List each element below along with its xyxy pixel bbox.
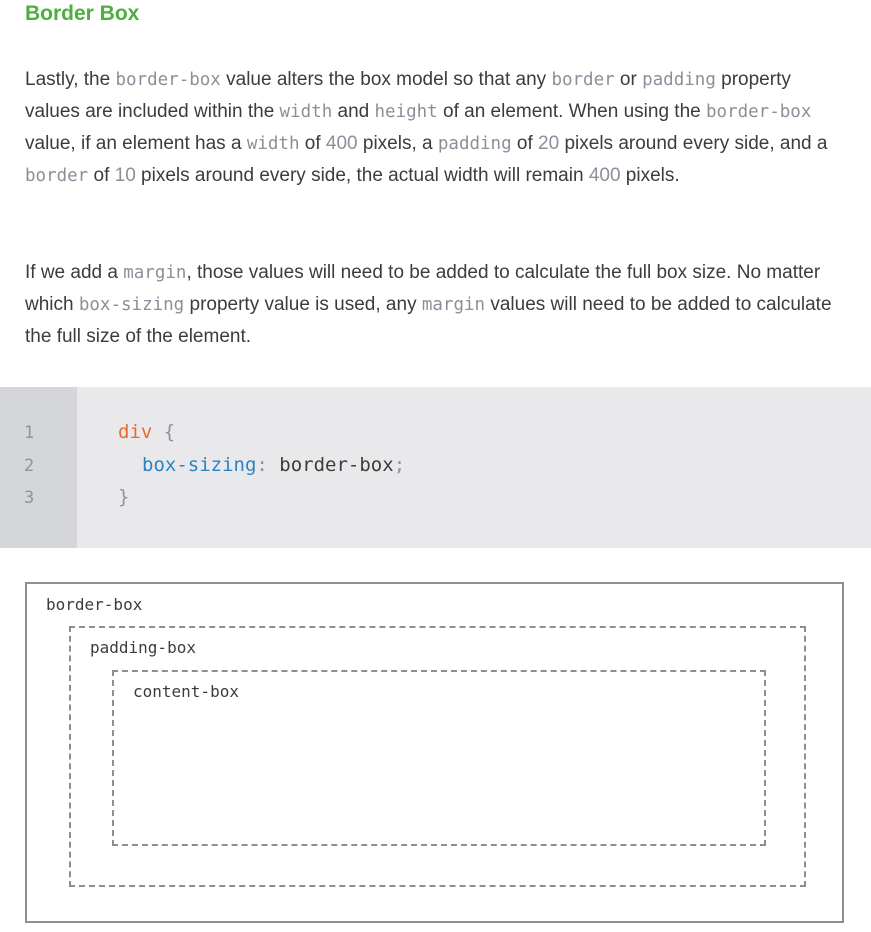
code-term: height (374, 102, 438, 122)
text: property value is used, any (184, 294, 422, 315)
number: 10 (114, 165, 136, 186)
code-term: border (551, 70, 615, 90)
text: of (511, 133, 539, 154)
content-box: content-box (112, 670, 766, 846)
number: 400 (325, 133, 358, 154)
code-line-2: box-sizing: border-box; (142, 454, 405, 476)
text: or (614, 69, 643, 90)
text: value, if an element has a (25, 133, 247, 154)
paragraph-border-box-explanation: Lastly, the border-box value alters the … (25, 64, 850, 192)
code-line-1: div { (118, 421, 175, 443)
text: of (88, 165, 115, 186)
text: of an element. When using the (437, 101, 706, 122)
css-value: border-box (279, 454, 394, 476)
code-term: margin (123, 263, 187, 283)
text: pixels around every side, and a (559, 133, 828, 154)
css-selector: div (118, 421, 153, 443)
line-number: 1 (24, 423, 35, 443)
text: If we add a (25, 262, 124, 283)
line-number-gutter: 1 2 3 (0, 387, 77, 548)
colon: : (256, 454, 268, 476)
code-term: width (279, 102, 333, 122)
code-term: box-sizing (78, 295, 185, 315)
line-number: 3 (24, 488, 35, 508)
text: Lastly, the (25, 69, 116, 90)
code-term: margin (421, 295, 486, 315)
padding-box: padding-box content-box (69, 626, 806, 887)
paragraph-margin-note: If we add a margin, those values will ne… (25, 257, 850, 353)
text: pixels around every side, the actual wid… (135, 165, 589, 186)
code-term: border (25, 166, 89, 186)
text: value alters the box model so that any (220, 69, 552, 90)
code-term: padding (437, 134, 512, 154)
code-term: border-box (706, 102, 812, 122)
content-box-label: content-box (133, 682, 239, 701)
semicolon: ; (393, 454, 406, 476)
open-brace: { (163, 421, 176, 443)
section-heading: Border Box (25, 2, 140, 25)
padding-box-label: padding-box (90, 638, 196, 657)
css-property: box-sizing (142, 454, 257, 476)
box-model-diagram: border-box padding-box content-box (25, 582, 844, 923)
code-term: width (246, 134, 300, 154)
line-number: 2 (24, 456, 35, 476)
text: of (299, 133, 326, 154)
code-line-3: } (118, 486, 129, 508)
number: 400 (588, 165, 621, 186)
text: pixels, a (357, 133, 438, 154)
code-term: border-box (115, 70, 221, 90)
close-brace: } (118, 486, 130, 508)
number: 20 (538, 133, 560, 154)
code-block: 1 2 3 div { box-sizing: border-box; } (0, 387, 871, 548)
text: pixels. (620, 165, 680, 186)
code-term: padding (642, 70, 716, 90)
text: and (332, 101, 375, 122)
border-box-label: border-box (46, 595, 143, 614)
